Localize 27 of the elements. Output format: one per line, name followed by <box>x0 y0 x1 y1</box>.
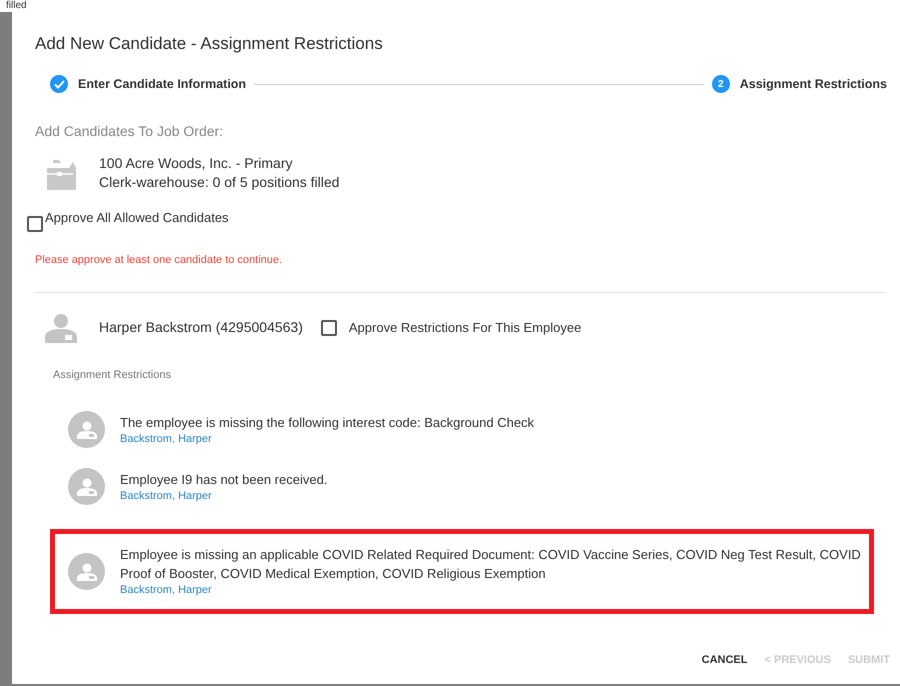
section-heading: Assignment Restrictions <box>53 368 172 382</box>
restriction-message: Employee is missing an applicable COVID Related Required Document: COVID Vaccine Series, COVID Neg Test Result, COVID Proof of Booster, COVID Medical Exemption, COVID Religious Exemption <box>120 546 861 583</box>
section-heading: Add Candidates To Job Order: <box>35 122 224 141</box>
dialog-title: Add New Candidate - Assignment Restrictions <box>35 33 384 53</box>
step-number: 2 <box>712 75 730 93</box>
error-message: Please approve at least one candidate to continue. <box>35 253 284 268</box>
checkbox[interactable] <box>320 320 337 336</box>
employee-link[interactable]: Backstrom, Harper <box>120 583 212 598</box>
employee-link[interactable]: Backstrom, Harper <box>120 488 212 504</box>
employee-link[interactable]: Backstrom, Harper <box>120 432 212 446</box>
employee-name: Harper Backstrom (4295004563) <box>99 318 303 337</box>
restriction-message: Employee I9 has not been received. <box>120 470 328 488</box>
backdrop-text: filled <box>5 0 27 12</box>
checkbox-label: Approve All Allowed Candidates <box>45 209 229 227</box>
step-label: Assignment Restrictions <box>740 76 887 93</box>
position-info: Clerk-warehouse: 0 of 5 positions filled <box>99 173 340 192</box>
checkbox-label: Approve Restrictions For This Employee <box>348 318 582 337</box>
step-label: Enter Candidate Information <box>78 76 246 93</box>
avatar-icon <box>68 468 105 505</box>
briefcase-icon <box>45 158 77 192</box>
dialog-button[interactable]: CANCEL <box>702 652 748 668</box>
company-name: 100 Acre Woods, Inc. - Primary <box>99 154 294 173</box>
avatar-icon <box>68 411 105 448</box>
avatar-icon <box>68 553 105 590</box>
checkbox[interactable] <box>27 216 43 232</box>
person-icon <box>45 312 77 342</box>
restriction-message: The employee is missing the following interest code: Background Check <box>120 414 534 432</box>
